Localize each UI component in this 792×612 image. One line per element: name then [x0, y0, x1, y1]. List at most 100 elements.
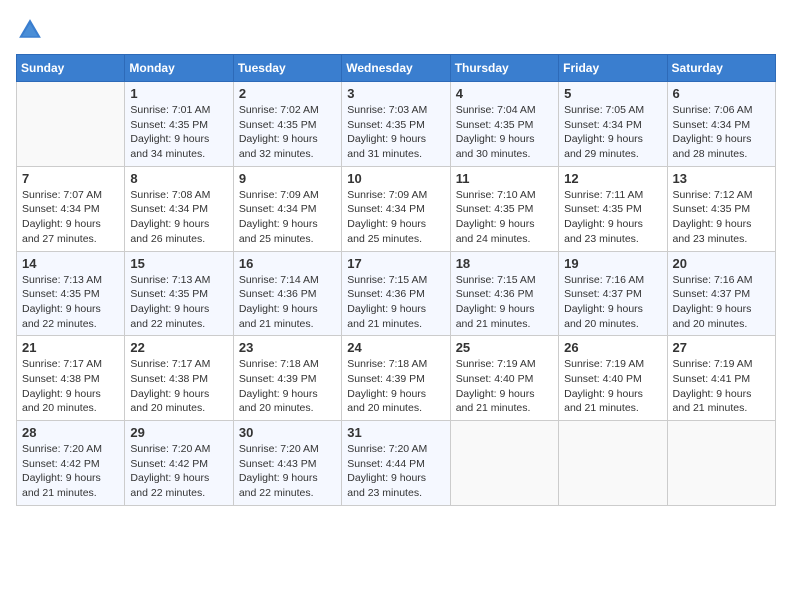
calendar-cell: 17 Sunrise: 7:15 AMSunset: 4:36 PMDayligh…	[342, 251, 450, 336]
day-number: 1	[130, 86, 227, 101]
day-number: 25	[456, 340, 553, 355]
calendar-cell: 15 Sunrise: 7:13 AMSunset: 4:35 PMDayligh…	[125, 251, 233, 336]
day-number: 30	[239, 425, 336, 440]
day-info: Sunrise: 7:14 AMSunset: 4:36 PMDaylight:…	[239, 273, 336, 332]
day-number: 22	[130, 340, 227, 355]
day-info: Sunrise: 7:03 AMSunset: 4:35 PMDaylight:…	[347, 103, 444, 162]
calendar-cell: 9Sunrise: 7:09 AMSunset: 4:34 PMDaylight…	[233, 166, 341, 251]
day-info: Sunrise: 7:07 AMSunset: 4:34 PMDaylight:…	[22, 188, 119, 247]
calendar-cell: 20 Sunrise: 7:16 AMSunset: 4:37 PMDayligh…	[667, 251, 775, 336]
day-number: 19	[564, 256, 661, 271]
calendar-cell	[17, 82, 125, 167]
page-header	[16, 16, 776, 44]
day-number: 11	[456, 171, 553, 186]
day-info: Sunrise: 7:20 AMSunset: 4:43 PMDaylight:…	[239, 442, 336, 501]
day-number: 15	[130, 256, 227, 271]
day-number: 28	[22, 425, 119, 440]
weekday-header-thursday: Thursday	[450, 55, 558, 82]
calendar-cell: 23 Sunrise: 7:18 AMSunset: 4:39 PMDayligh…	[233, 336, 341, 421]
day-number: 24	[347, 340, 444, 355]
day-number: 26	[564, 340, 661, 355]
weekday-header-saturday: Saturday	[667, 55, 775, 82]
day-info: Sunrise: 7:16 AMSunset: 4:37 PMDaylight:…	[564, 273, 661, 332]
calendar-cell: 16 Sunrise: 7:14 AMSunset: 4:36 PMDayligh…	[233, 251, 341, 336]
day-number: 21	[22, 340, 119, 355]
day-number: 4	[456, 86, 553, 101]
calendar-cell: 24Sunrise: 7:18 AMSunset: 4:39 PMDayligh…	[342, 336, 450, 421]
calendar-cell	[559, 421, 667, 506]
calendar-cell: 8 Sunrise: 7:08 AMSunset: 4:34 PMDaylight…	[125, 166, 233, 251]
day-info: Sunrise: 7:08 AMSunset: 4:34 PMDaylight:…	[130, 188, 227, 247]
calendar-table: SundayMondayTuesdayWednesdayThursdayFrid…	[16, 54, 776, 506]
weekday-header-monday: Monday	[125, 55, 233, 82]
calendar-header-row: SundayMondayTuesdayWednesdayThursdayFrid…	[17, 55, 776, 82]
calendar-cell: 3Sunrise: 7:03 AMSunset: 4:35 PMDaylight…	[342, 82, 450, 167]
day-info: Sunrise: 7:11 AMSunset: 4:35 PMDaylight:…	[564, 188, 661, 247]
day-info: Sunrise: 7:18 AMSunset: 4:39 PMDaylight:…	[239, 357, 336, 416]
day-info: Sunrise: 7:04 AMSunset: 4:35 PMDaylight:…	[456, 103, 553, 162]
calendar-cell: 30 Sunrise: 7:20 AMSunset: 4:43 PMDayligh…	[233, 421, 341, 506]
calendar-cell: 5 Sunrise: 7:05 AMSunset: 4:34 PMDaylight…	[559, 82, 667, 167]
weekday-header-tuesday: Tuesday	[233, 55, 341, 82]
day-number: 2	[239, 86, 336, 101]
day-number: 10	[347, 171, 444, 186]
day-number: 27	[673, 340, 770, 355]
day-info: Sunrise: 7:06 AMSunset: 4:34 PMDaylight:…	[673, 103, 770, 162]
day-info: Sunrise: 7:09 AMSunset: 4:34 PMDaylight:…	[347, 188, 444, 247]
day-info: Sunrise: 7:19 AMSunset: 4:40 PMDaylight:…	[456, 357, 553, 416]
calendar-cell: 21Sunrise: 7:17 AMSunset: 4:38 PMDayligh…	[17, 336, 125, 421]
calendar-cell: 2 Sunrise: 7:02 AMSunset: 4:35 PMDaylight…	[233, 82, 341, 167]
day-info: Sunrise: 7:01 AMSunset: 4:35 PMDaylight:…	[130, 103, 227, 162]
day-number: 17	[347, 256, 444, 271]
calendar-cell: 4 Sunrise: 7:04 AMSunset: 4:35 PMDaylight…	[450, 82, 558, 167]
calendar-week-4: 21 Sunrise: 7:17 AMSunset: 4:38 PMDayligh…	[17, 336, 776, 421]
calendar-cell: 12 Sunrise: 7:11 AMSunset: 4:35 PMDayligh…	[559, 166, 667, 251]
day-info: Sunrise: 7:12 AMSunset: 4:35 PMDaylight:…	[673, 188, 770, 247]
calendar-week-2: 7Sunrise: 7:07 AMSunset: 4:34 PMDaylight…	[17, 166, 776, 251]
day-number: 12	[564, 171, 661, 186]
day-number: 13	[673, 171, 770, 186]
calendar-cell	[667, 421, 775, 506]
weekday-header-sunday: Sunday	[17, 55, 125, 82]
calendar-cell: 29Sunrise: 7:20 AMSunset: 4:42 PMDayligh…	[125, 421, 233, 506]
calendar-cell: 28 Sunrise: 7:20 AMSunset: 4:42 PMDayligh…	[17, 421, 125, 506]
day-info: Sunrise: 7:16 AMSunset: 4:37 PMDaylight:…	[673, 273, 770, 332]
calendar-cell: 11 Sunrise: 7:10 AMSunset: 4:35 PMDayligh…	[450, 166, 558, 251]
day-number: 5	[564, 86, 661, 101]
calendar-cell: 19 Sunrise: 7:16 AMSunset: 4:37 PMDayligh…	[559, 251, 667, 336]
calendar-cell: 13 Sunrise: 7:12 AMSunset: 4:35 PMDayligh…	[667, 166, 775, 251]
calendar-week-1: 1 Sunrise: 7:01 AMSunset: 4:35 PMDaylight…	[17, 82, 776, 167]
calendar-cell: 31 Sunrise: 7:20 AMSunset: 4:44 PMDayligh…	[342, 421, 450, 506]
calendar-week-5: 28 Sunrise: 7:20 AMSunset: 4:42 PMDayligh…	[17, 421, 776, 506]
day-info: Sunrise: 7:20 AMSunset: 4:42 PMDaylight:…	[22, 442, 119, 501]
calendar-cell: 1 Sunrise: 7:01 AMSunset: 4:35 PMDaylight…	[125, 82, 233, 167]
day-number: 18	[456, 256, 553, 271]
calendar-cell: 14 Sunrise: 7:13 AMSunset: 4:35 PMDayligh…	[17, 251, 125, 336]
calendar-cell: 26 Sunrise: 7:19 AMSunset: 4:40 PMDayligh…	[559, 336, 667, 421]
day-number: 16	[239, 256, 336, 271]
day-info: Sunrise: 7:10 AMSunset: 4:35 PMDaylight:…	[456, 188, 553, 247]
day-number: 31	[347, 425, 444, 440]
logo-icon	[16, 16, 44, 44]
day-info: Sunrise: 7:13 AMSunset: 4:35 PMDaylight:…	[130, 273, 227, 332]
day-number: 23	[239, 340, 336, 355]
day-number: 20	[673, 256, 770, 271]
calendar-cell: 27 Sunrise: 7:19 AMSunset: 4:41 PMDayligh…	[667, 336, 775, 421]
day-info: Sunrise: 7:19 AMSunset: 4:41 PMDaylight:…	[673, 357, 770, 416]
calendar-cell: 10 Sunrise: 7:09 AMSunset: 4:34 PMDayligh…	[342, 166, 450, 251]
day-info: Sunrise: 7:15 AMSunset: 4:36 PMDaylight:…	[347, 273, 444, 332]
calendar-cell	[450, 421, 558, 506]
day-number: 8	[130, 171, 227, 186]
weekday-header-wednesday: Wednesday	[342, 55, 450, 82]
day-info: Sunrise: 7:19 AMSunset: 4:40 PMDaylight:…	[564, 357, 661, 416]
day-info: Sunrise: 7:02 AMSunset: 4:35 PMDaylight:…	[239, 103, 336, 162]
day-number: 14	[22, 256, 119, 271]
day-number: 9	[239, 171, 336, 186]
day-number: 6	[673, 86, 770, 101]
day-info: Sunrise: 7:17 AMSunset: 4:38 PMDaylight:…	[130, 357, 227, 416]
calendar-cell: 7Sunrise: 7:07 AMSunset: 4:34 PMDaylight…	[17, 166, 125, 251]
weekday-header-friday: Friday	[559, 55, 667, 82]
day-info: Sunrise: 7:05 AMSunset: 4:34 PMDaylight:…	[564, 103, 661, 162]
day-info: Sunrise: 7:13 AMSunset: 4:35 PMDaylight:…	[22, 273, 119, 332]
day-info: Sunrise: 7:20 AMSunset: 4:44 PMDaylight:…	[347, 442, 444, 501]
